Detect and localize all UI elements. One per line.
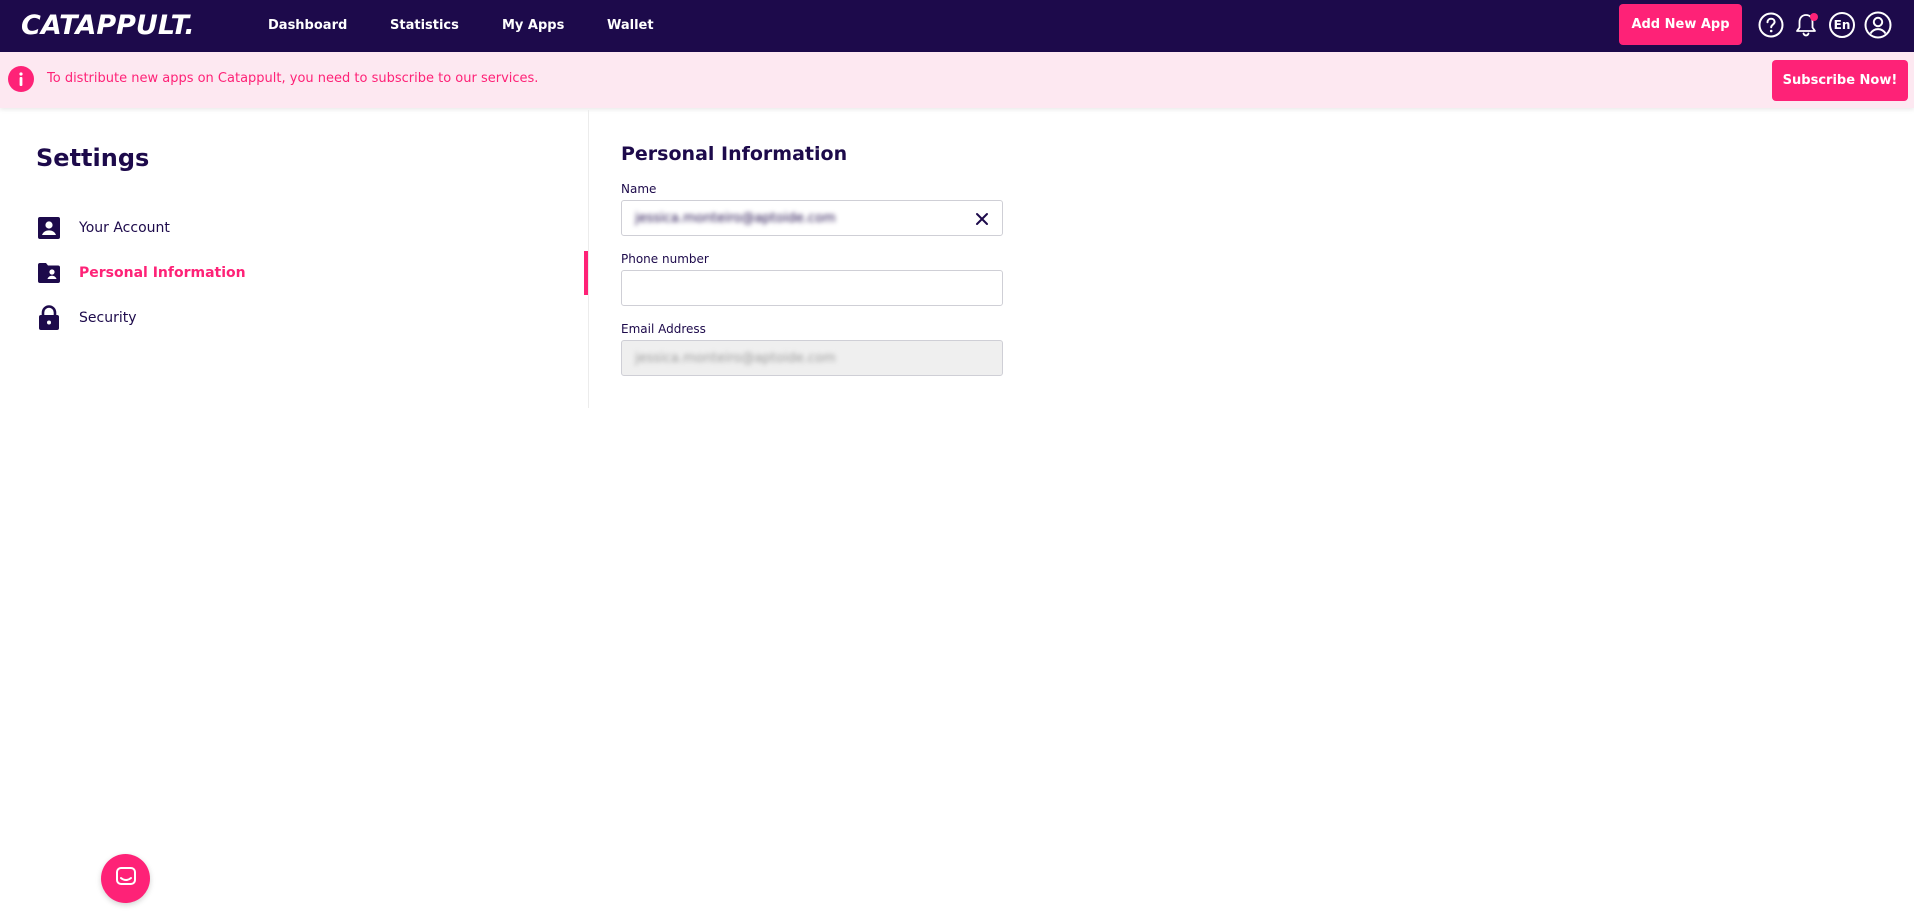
chat-launcher-button[interactable] xyxy=(101,854,150,903)
nav-wallet[interactable]: Wallet xyxy=(607,15,654,37)
name-input[interactable] xyxy=(622,201,1002,235)
email-label: Email Address xyxy=(621,322,706,336)
sidebar-item-personal-information[interactable]: Personal Information xyxy=(36,258,246,288)
subscription-notice-banner: To distribute new apps on Catappult, you… xyxy=(0,52,1914,108)
sidebar-item-your-account[interactable]: Your Account xyxy=(36,213,170,243)
notification-dot xyxy=(1810,13,1818,21)
phone-field-wrapper xyxy=(621,270,1003,306)
lock-icon xyxy=(36,305,62,331)
language-selector[interactable]: En xyxy=(1829,12,1855,38)
page-title: Settings xyxy=(36,144,150,172)
account-box-icon xyxy=(36,215,62,241)
phone-input[interactable] xyxy=(622,271,1002,305)
sidebar-item-label: Your Account xyxy=(79,220,170,236)
add-new-app-button[interactable]: Add New App xyxy=(1619,4,1742,45)
help-icon[interactable] xyxy=(1756,10,1786,40)
vertical-divider xyxy=(588,110,589,408)
sidebar-item-label: Security xyxy=(79,310,137,326)
clear-icon[interactable] xyxy=(972,209,992,229)
name-field-wrapper xyxy=(621,200,1003,236)
nav-dashboard[interactable]: Dashboard xyxy=(268,15,347,37)
subscribe-now-button[interactable]: Subscribe Now! xyxy=(1772,60,1908,101)
email-field-wrapper xyxy=(621,340,1003,376)
info-icon xyxy=(8,66,34,92)
email-input xyxy=(622,341,1002,375)
sidebar-item-label: Personal Information xyxy=(79,265,246,281)
language-icon[interactable]: En xyxy=(1827,10,1857,40)
sidebar-item-security[interactable]: Security xyxy=(36,303,137,333)
bell-icon[interactable] xyxy=(1791,10,1821,40)
contact-folder-icon xyxy=(36,260,62,286)
nav-my-apps[interactable]: My Apps xyxy=(502,15,564,37)
section-title: Personal Information xyxy=(621,143,848,165)
user-profile-icon[interactable] xyxy=(1863,10,1893,40)
top-navbar: CATAPPULT. Dashboard Statistics My Apps … xyxy=(0,0,1914,52)
name-label: Name xyxy=(621,182,657,196)
chat-icon xyxy=(115,866,137,892)
banner-message: To distribute new apps on Catappult, you… xyxy=(47,71,539,86)
phone-label: Phone number xyxy=(621,252,709,266)
nav-statistics[interactable]: Statistics xyxy=(390,15,459,37)
catappult-logo[interactable]: CATAPPULT. xyxy=(21,10,195,41)
